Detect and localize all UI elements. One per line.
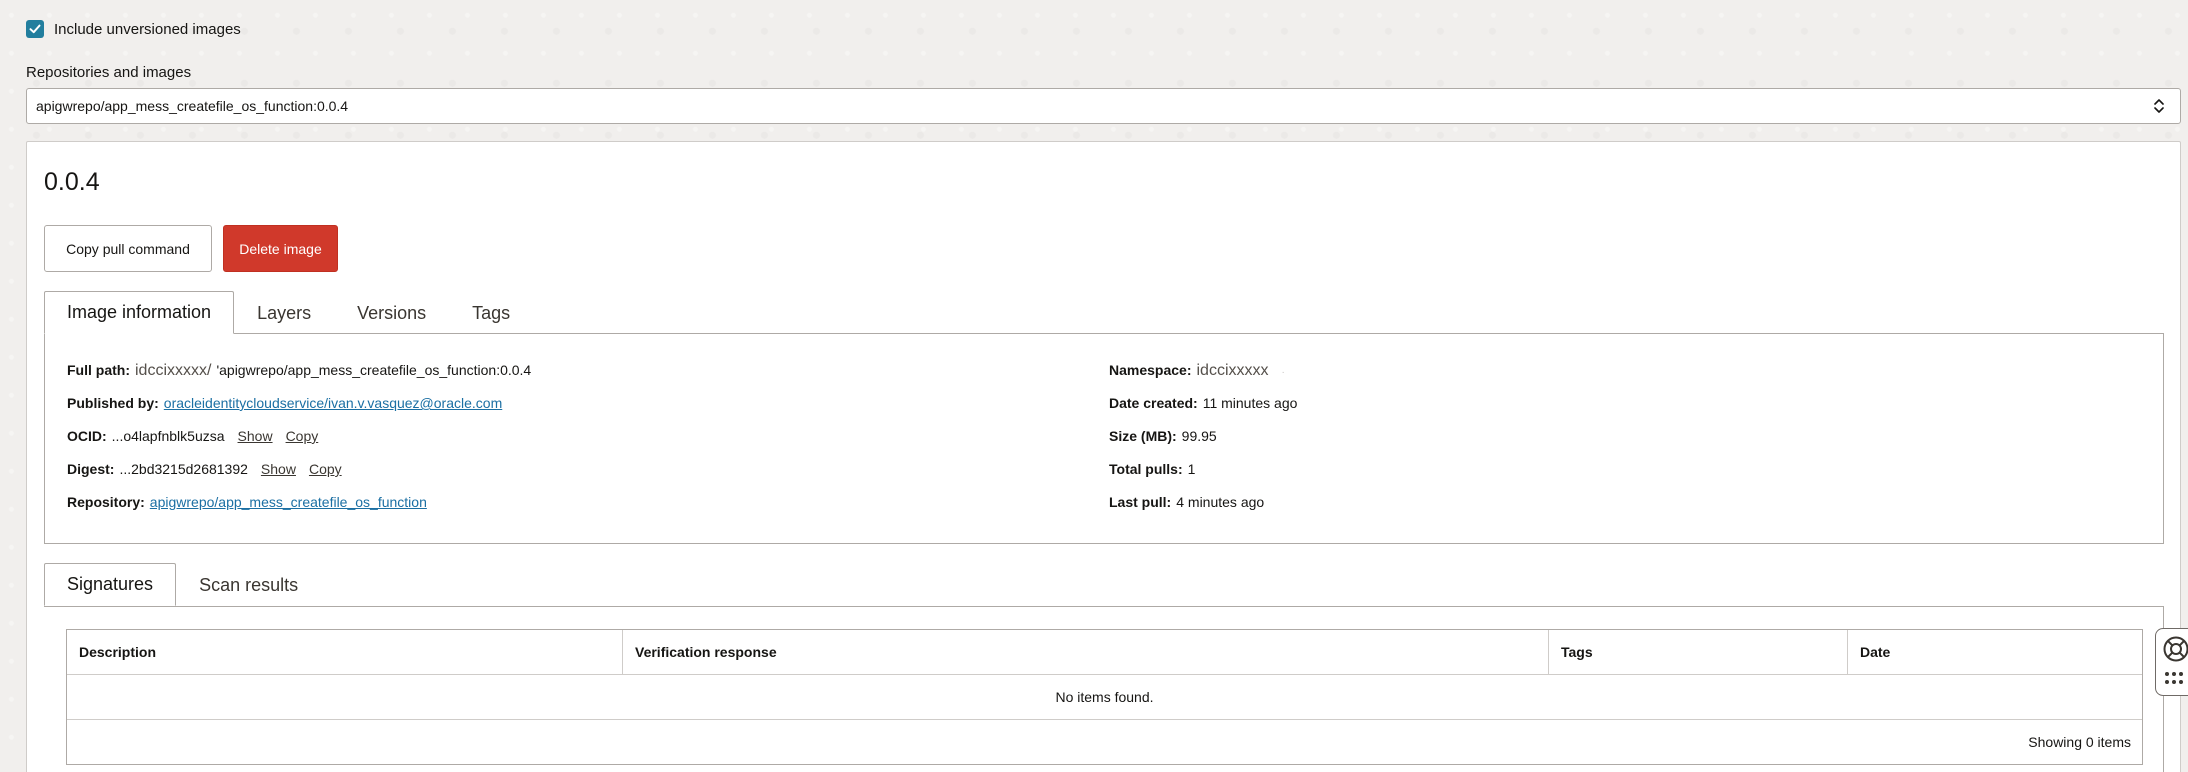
tab-image-information[interactable]: Image information <box>44 291 235 334</box>
published-by-row: Published by: oracleidentitycloudservice… <box>67 395 531 428</box>
published-by-link[interactable]: oracleidentitycloudservice/ivan.v.vasque… <box>164 395 502 411</box>
repository-row: Repository: apigwrepo/app_mess_createfil… <box>67 494 531 527</box>
total-pulls-label: Total pulls: <box>1109 461 1183 477</box>
digest-show-link[interactable]: Show <box>261 461 296 477</box>
include-unversioned-checkbox[interactable] <box>26 20 44 38</box>
ocid-value: ...o4lapfnblk5uzsa <box>111 428 225 444</box>
image-detail-panel: 0.0.4 Copy pull command Delete image Ima… <box>26 141 2181 772</box>
include-unversioned-row[interactable]: Include unversioned images <box>26 20 241 38</box>
repository-label: Repository: <box>67 494 145 510</box>
signatures-section: Description Verification response Tags D… <box>44 606 2164 772</box>
repositories-and-images-select[interactable]: apigwrepo/app_mess_createfile_os_functio… <box>26 88 2181 124</box>
help-widget[interactable] <box>2155 628 2188 696</box>
tab-scan-results[interactable]: Scan results <box>176 563 321 606</box>
tab-signatures[interactable]: Signatures <box>44 563 177 606</box>
total-pulls-value: 1 <box>1187 461 1196 477</box>
digest-label: Digest: <box>67 461 115 477</box>
signature-tabs: Signatures Scan results <box>44 563 321 606</box>
copy-pull-command-button[interactable]: Copy pull command <box>44 225 212 272</box>
namespace-value: idccixxxxx <box>1196 362 1269 379</box>
showing-items-text: Showing 0 items <box>2028 734 2131 750</box>
digest-row: Digest: ...2bd3215d2681392 Show Copy <box>67 461 531 494</box>
signatures-table: Description Verification response Tags D… <box>66 629 2143 765</box>
size-label: Size (MB): <box>1109 428 1177 444</box>
full-path-label: Full path: <box>67 362 130 378</box>
column-header-tags[interactable]: Tags <box>1549 630 1848 674</box>
apps-grid-icon <box>2165 672 2183 684</box>
date-created-label: Date created: <box>1109 395 1198 411</box>
full-path-row: Full path: idccixxxxx/ 'apigwrepo/app_me… <box>67 362 531 395</box>
date-created-row: Date created: 11 minutes ago <box>1109 395 1297 428</box>
namespace-label: Namespace: <box>1109 362 1192 378</box>
page-title: 0.0.4 <box>44 168 100 196</box>
size-row: Size (MB): 99.95 <box>1109 428 1297 461</box>
info-left-column: Full path: idccixxxxx/ 'apigwrepo/app_me… <box>67 362 531 527</box>
delete-image-button[interactable]: Delete image <box>223 225 338 272</box>
signatures-table-header: Description Verification response Tags D… <box>67 630 2142 675</box>
chevron-up-down-icon <box>2154 99 2164 113</box>
last-pull-label: Last pull: <box>1109 494 1172 510</box>
image-tabs: Image information Layers Versions Tags <box>44 291 533 334</box>
lifebuoy-icon <box>2163 636 2188 662</box>
repository-link[interactable]: apigwrepo/app_mess_createfile_os_functio… <box>150 494 427 510</box>
full-path-namespace: idccixxxxx/ <box>135 362 212 379</box>
ocid-label: OCID: <box>67 428 107 444</box>
total-pulls-row: Total pulls: 1 <box>1109 461 1297 494</box>
image-information-section: Full path: idccixxxxx/ 'apigwrepo/app_me… <box>44 333 2164 544</box>
published-by-label: Published by: <box>67 395 159 411</box>
tab-versions[interactable]: Versions <box>334 291 449 334</box>
ocid-row: OCID: ...o4lapfnblk5uzsa Show Copy <box>67 428 531 461</box>
info-right-column: Namespace: idccixxxxx · Date created: 11… <box>1109 362 1297 527</box>
column-header-date[interactable]: Date <box>1848 630 2142 674</box>
table-empty-message: No items found. <box>67 675 2142 720</box>
check-icon <box>29 24 41 34</box>
digest-copy-link[interactable]: Copy <box>309 461 342 477</box>
repositories-and-images-label: Repositories and images <box>26 64 192 81</box>
tab-tags[interactable]: Tags <box>449 291 533 334</box>
last-pull-row: Last pull: 4 minutes ago <box>1109 494 1297 527</box>
size-value: 99.95 <box>1181 428 1217 444</box>
repositories-select-value: apigwrepo/app_mess_createfile_os_functio… <box>36 98 349 114</box>
full-path-value: 'apigwrepo/app_mess_createfile_os_functi… <box>216 362 532 378</box>
last-pull-value: 4 minutes ago <box>1176 494 1265 510</box>
ocid-copy-link[interactable]: Copy <box>286 428 319 444</box>
date-created-value: 11 minutes ago <box>1202 395 1298 411</box>
namespace-dot-icon: · <box>1281 367 1285 378</box>
include-unversioned-label: Include unversioned images <box>54 20 241 38</box>
column-header-description[interactable]: Description <box>67 630 623 674</box>
namespace-row: Namespace: idccixxxxx · <box>1109 362 1297 395</box>
ocid-show-link[interactable]: Show <box>238 428 273 444</box>
tab-layers[interactable]: Layers <box>234 291 334 334</box>
table-footer-count: Showing 0 items <box>67 720 2142 764</box>
column-header-verification-response[interactable]: Verification response <box>623 630 1549 674</box>
digest-value: ...2bd3215d2681392 <box>119 461 248 477</box>
